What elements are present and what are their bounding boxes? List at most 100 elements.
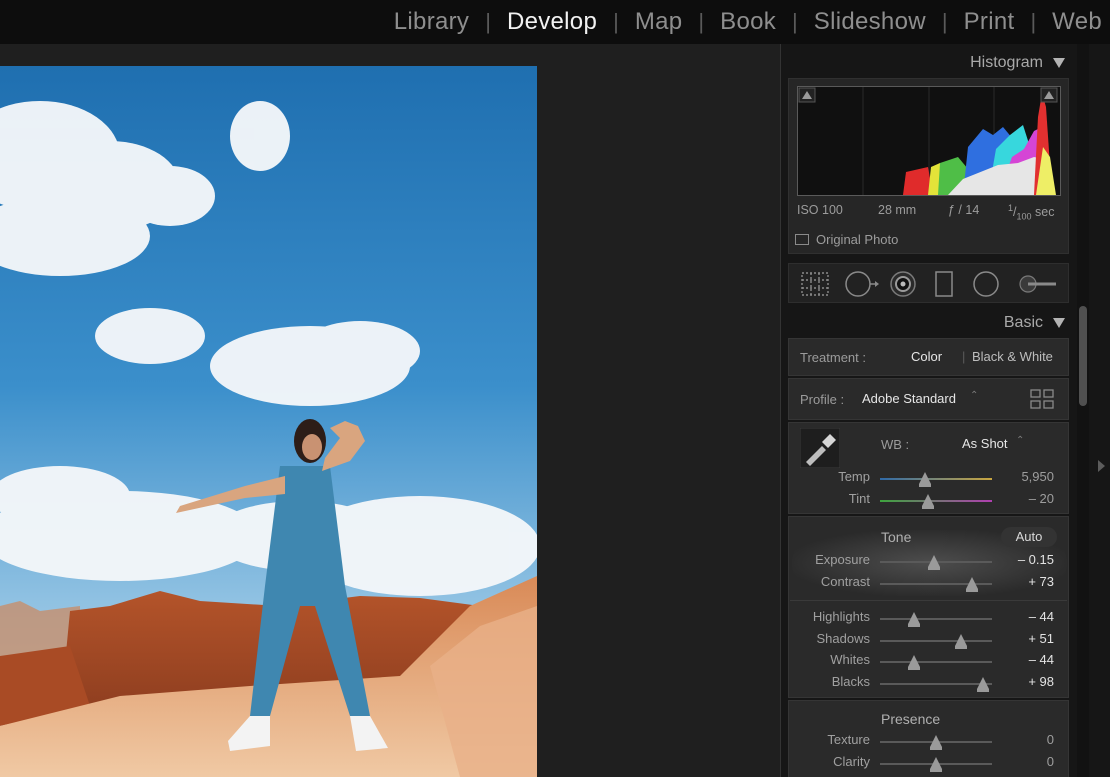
photo-preview[interactable] — [0, 66, 537, 777]
treatment-label: Treatment : — [800, 350, 866, 365]
exposure-slider-thumb[interactable] — [927, 555, 940, 570]
exif-iso: ISO 100 — [797, 203, 843, 217]
temp-track[interactable] — [880, 478, 992, 480]
wb-stepper-icon[interactable]: ⌃ — [1016, 435, 1024, 446]
wb-preset-select[interactable]: As Shot — [962, 436, 1008, 451]
graduated-filter-glyph — [935, 271, 953, 297]
panel-scrollbar[interactable] — [1079, 306, 1087, 406]
shadows-track[interactable] — [880, 640, 992, 642]
module-map[interactable]: Map — [635, 8, 683, 36]
basic-header[interactable]: Basic — [788, 308, 1069, 338]
original-photo-toggle[interactable]: Original Photo — [795, 232, 898, 247]
highlights-value[interactable]: – 44 — [1029, 609, 1054, 624]
highlights-slider-thumb[interactable] — [907, 612, 920, 627]
profile-stepper-icon[interactable]: ⌃ — [970, 390, 978, 401]
shutter-denominator: 100 — [1016, 211, 1032, 222]
shadows-label: Shadows — [816, 631, 870, 646]
presence-label: Presence — [881, 711, 941, 727]
histogram-title: Histogram — [970, 54, 1043, 71]
red-eye-glyph — [890, 271, 916, 297]
module-separator: | — [941, 9, 948, 34]
whites-slider-thumb[interactable] — [907, 655, 920, 670]
module-list: Library | Develop | Map | Book | Slidesh… — [394, 0, 1110, 44]
shadows-slider-thumb[interactable] — [954, 634, 967, 649]
texture-label: Texture — [827, 732, 870, 747]
texture-slider-thumb[interactable] — [930, 735, 942, 750]
temp-value[interactable]: 5,950 — [1021, 469, 1054, 484]
histogram-graph[interactable] — [797, 86, 1061, 196]
module-separator: | — [1030, 9, 1037, 34]
wb-eyedropper-glyph — [799, 427, 841, 469]
shutter-numerator: 1 — [1008, 203, 1014, 213]
treatment-color-option[interactable]: Color — [911, 349, 942, 364]
exif-aperture: ƒ / 14 — [948, 203, 980, 217]
profile-label: Profile : — [800, 392, 845, 407]
blacks-value[interactable]: + 98 — [1028, 674, 1054, 689]
profile-select[interactable]: Adobe Standard — [862, 391, 956, 406]
original-photo-checkbox[interactable] — [795, 234, 809, 245]
whites-track[interactable] — [880, 661, 992, 663]
original-photo-label: Original Photo — [816, 232, 899, 247]
adjustment-brush-glyph — [1019, 275, 1056, 293]
highlights-track[interactable] — [880, 618, 992, 620]
collapse-triangle-icon[interactable] — [1053, 318, 1065, 328]
highlights-label: Highlights — [812, 609, 870, 624]
profile-browser-grid-icon[interactable] — [1030, 389, 1054, 409]
module-book[interactable]: Book — [720, 8, 776, 36]
whites-label: Whites — [830, 652, 870, 667]
panel-scroll-track[interactable] — [1077, 44, 1089, 777]
module-separator: | — [792, 9, 798, 34]
clarity-value[interactable]: 0 — [1047, 754, 1054, 769]
module-develop[interactable]: Develop — [507, 8, 597, 36]
blacks-slider-thumb[interactable] — [977, 677, 990, 692]
image-workspace[interactable] — [0, 44, 780, 777]
spot-removal-icon[interactable] — [844, 270, 880, 298]
module-library[interactable]: Library — [394, 8, 469, 36]
wb-label: WB : — [881, 437, 910, 452]
radial-filter-glyph — [973, 271, 999, 297]
shadows-value[interactable]: + 51 — [1028, 631, 1054, 646]
crop-overlay-glyph — [801, 272, 829, 296]
temp-slider-thumb[interactable] — [918, 472, 931, 487]
module-separator: | — [485, 9, 491, 34]
tone-label: Tone — [881, 529, 912, 545]
crop-overlay-icon[interactable] — [800, 270, 830, 298]
profile-browser-grid-glyph — [1030, 389, 1054, 409]
module-print[interactable]: Print — [964, 8, 1015, 36]
adjustment-brush-icon[interactable] — [1018, 270, 1058, 298]
temp-label: Temp — [838, 469, 870, 484]
histogram-header[interactable]: Histogram — [788, 48, 1069, 78]
treatment-separator: | — [962, 349, 966, 364]
whites-value[interactable]: – 44 — [1029, 652, 1054, 667]
wb-eyedropper-icon[interactable] — [799, 427, 841, 469]
exposure-label: Exposure — [815, 552, 870, 567]
tone-divider — [790, 600, 1067, 601]
collapse-triangle-icon[interactable] — [1053, 58, 1065, 68]
blacks-label: Blacks — [831, 674, 870, 689]
auto-tone-button[interactable]: Auto — [1001, 527, 1057, 547]
blacks-track[interactable] — [880, 683, 992, 685]
exposure-value[interactable]: – 0.15 — [1018, 552, 1054, 567]
tint-slider-thumb[interactable] — [922, 494, 935, 509]
treatment-bw-option[interactable]: Black & White — [972, 349, 1053, 364]
texture-value[interactable]: 0 — [1047, 732, 1054, 747]
module-slideshow[interactable]: Slideshow — [814, 8, 926, 36]
tint-track[interactable] — [880, 500, 992, 502]
module-picker: Library | Develop | Map | Book | Slidesh… — [0, 0, 1110, 44]
shutter-unit: sec — [1035, 205, 1055, 220]
module-separator: | — [613, 9, 619, 34]
contrast-label: Contrast — [820, 574, 870, 589]
exif-focal-length: 28 mm — [878, 203, 917, 217]
graduated-filter-icon[interactable] — [934, 270, 954, 298]
module-web[interactable]: Web — [1052, 8, 1102, 36]
clarity-slider-thumb[interactable] — [930, 757, 942, 772]
photo-image — [0, 66, 537, 777]
tint-value[interactable]: – 20 — [1029, 491, 1054, 506]
spot-removal-glyph — [845, 271, 879, 297]
radial-filter-icon[interactable] — [972, 270, 1000, 298]
histogram-plot — [798, 87, 1058, 195]
contrast-value[interactable]: + 73 — [1028, 574, 1054, 589]
red-eye-icon[interactable] — [889, 270, 917, 298]
contrast-slider-thumb[interactable] — [965, 577, 978, 592]
panel-collapse-arrow-icon[interactable] — [1098, 460, 1105, 472]
